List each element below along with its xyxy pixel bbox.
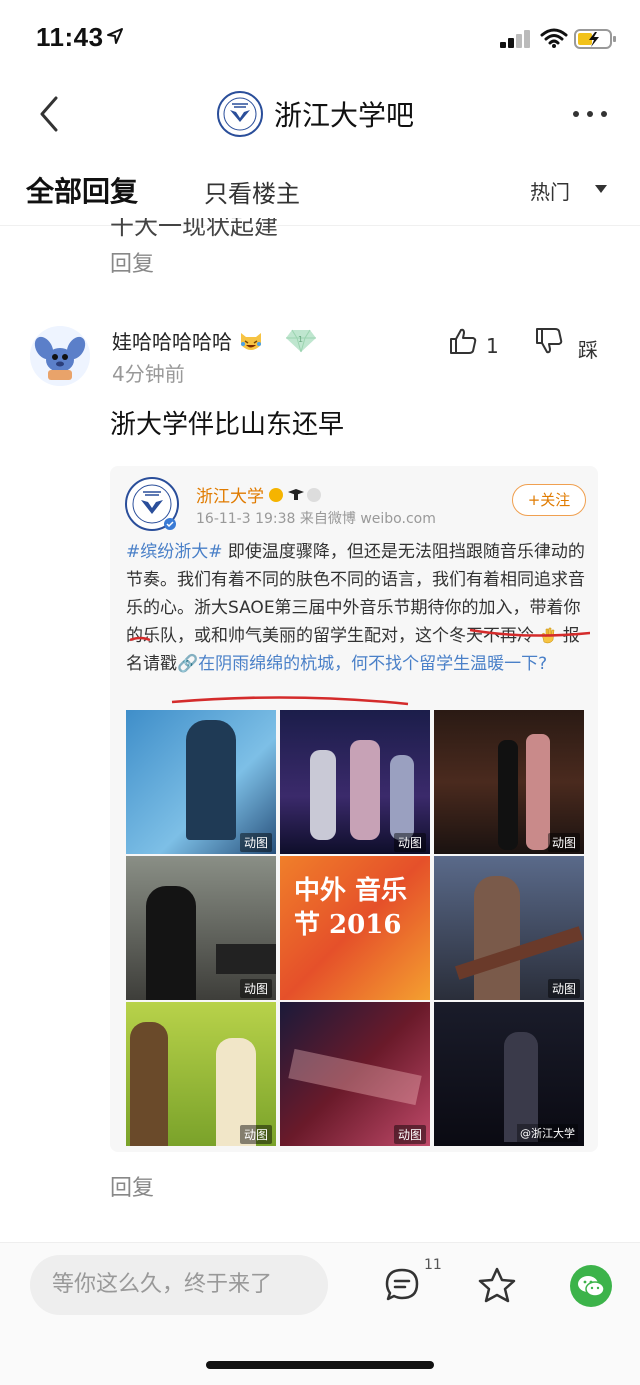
post-content: 浙大学伴比山东还早 (110, 410, 345, 440)
weibo-hashtag[interactable]: #缤纷浙大# (126, 542, 223, 562)
status-bar: 11:43 (0, 0, 640, 78)
comment-count-badge: 11 (424, 1257, 442, 1273)
more-options-icon[interactable] (570, 108, 610, 120)
grid-image-2[interactable]: 动图 (280, 710, 430, 854)
forum-title: 浙江大学吧 (274, 99, 415, 132)
grid-image-6[interactable]: 动图 (434, 856, 584, 1000)
cellular-signal-icon (500, 30, 530, 48)
reply-link[interactable]: 回复 (110, 1170, 154, 1202)
post-time: 4分钟前 (112, 362, 185, 386)
weibo-text: #缤纷浙大# 即使温度骤降，但还是无法阻挡跟随音乐律动的节奏。我们有着不同的肤色… (126, 538, 586, 678)
gif-label: 动图 (239, 979, 272, 998)
tab-owner-only[interactable]: 只看楼主 (204, 174, 300, 209)
svg-text:1: 1 (298, 335, 303, 344)
username[interactable]: 娃哈哈哈哈哈 (112, 326, 232, 355)
grid-image-7[interactable]: 动图 (126, 1002, 276, 1146)
grid-image-4[interactable]: 动图 (126, 856, 276, 1000)
gif-label: 动图 (239, 833, 272, 852)
weibo-badges-icon (269, 487, 321, 502)
username-row: 娃哈哈哈哈哈 1 (112, 326, 318, 355)
weibo-account-name: 浙江大学 (196, 482, 324, 507)
gif-label: 动图 (239, 1125, 272, 1144)
grid-image-8[interactable]: 动图 (280, 1002, 430, 1146)
like-count: 1 (486, 334, 499, 358)
nav-bar: 浙江大学吧 (0, 78, 640, 152)
stitch-avatar-icon (30, 326, 90, 386)
star-favorite-icon[interactable] (478, 1267, 516, 1303)
grid-image-3[interactable]: 动图 (434, 710, 584, 854)
home-indicator[interactable] (206, 1361, 434, 1369)
tab-all-replies[interactable]: 全部回复 (26, 170, 138, 210)
comment-icon[interactable] (384, 1267, 420, 1303)
bottom-toolbar: 等你这么久，终于来了 11 (0, 1243, 640, 1385)
location-arrow-icon (107, 28, 123, 44)
thumbs-down-icon[interactable] (534, 326, 564, 356)
forum-title-group[interactable]: 浙江大学吧 (216, 88, 414, 140)
follow-button[interactable]: +关注 (512, 484, 586, 516)
gif-label: 动图 (393, 1125, 426, 1144)
weibo-meta: 16-11-3 19:38 来自微博 weibo.com (196, 511, 436, 527)
wechat-icon (578, 1276, 605, 1297)
gif-label: 动图 (547, 979, 580, 998)
weibo-watermark: @浙江大学 (517, 1124, 578, 1142)
reply-input[interactable]: 等你这么久，终于来了 (30, 1255, 328, 1315)
gif-label: 动图 (547, 833, 580, 852)
reply-tabs: 全部回复 只看楼主 热门 (0, 152, 640, 226)
embedded-weibo-image[interactable]: 浙江大学 16-11-3 19:38 来自微博 weibo.com +关注 #缤… (110, 466, 598, 1152)
weibo-account-label: 浙江大学 (196, 487, 264, 507)
reply-link[interactable]: 回复 (110, 246, 154, 278)
sort-dropdown[interactable]: 热门 (530, 176, 570, 205)
laughing-cat-emoji-icon (241, 332, 261, 350)
thumbs-up-icon[interactable] (448, 326, 478, 356)
gif-label: 动图 (393, 833, 426, 852)
dislike-label[interactable]: 踩 (578, 334, 598, 363)
grid-image-1[interactable]: 动图 (126, 710, 276, 854)
red-underline-1 (130, 628, 590, 642)
diamond-badge-icon: 1 (286, 329, 316, 352)
zju-weibo-avatar-icon (125, 477, 179, 531)
battery-charging-icon (574, 29, 616, 49)
avatar[interactable] (30, 326, 90, 386)
zju-logo-icon (217, 91, 263, 137)
weibo-image-grid: 动图 动图 动图 动图 中外 音乐节 2016 动图 动图 动图 @浙江大学 (126, 710, 584, 1146)
grid-image-9[interactable]: @浙江大学 (434, 1002, 584, 1146)
grid-image-5[interactable]: 中外 音乐节 2016 (280, 856, 430, 1000)
back-chevron-icon[interactable] (34, 94, 64, 134)
status-time: 11:43 (36, 22, 104, 52)
triangle-down-icon[interactable] (594, 184, 608, 194)
wifi-icon (540, 28, 568, 48)
wechat-share-button[interactable] (570, 1265, 612, 1307)
poster-text: 中外 音乐节 2016 (294, 876, 408, 940)
red-underline-2 (171, 696, 409, 706)
weibo-link[interactable]: 🔗在阴雨绵绵的杭城，何不找个留学生温暖一下? (177, 654, 547, 674)
